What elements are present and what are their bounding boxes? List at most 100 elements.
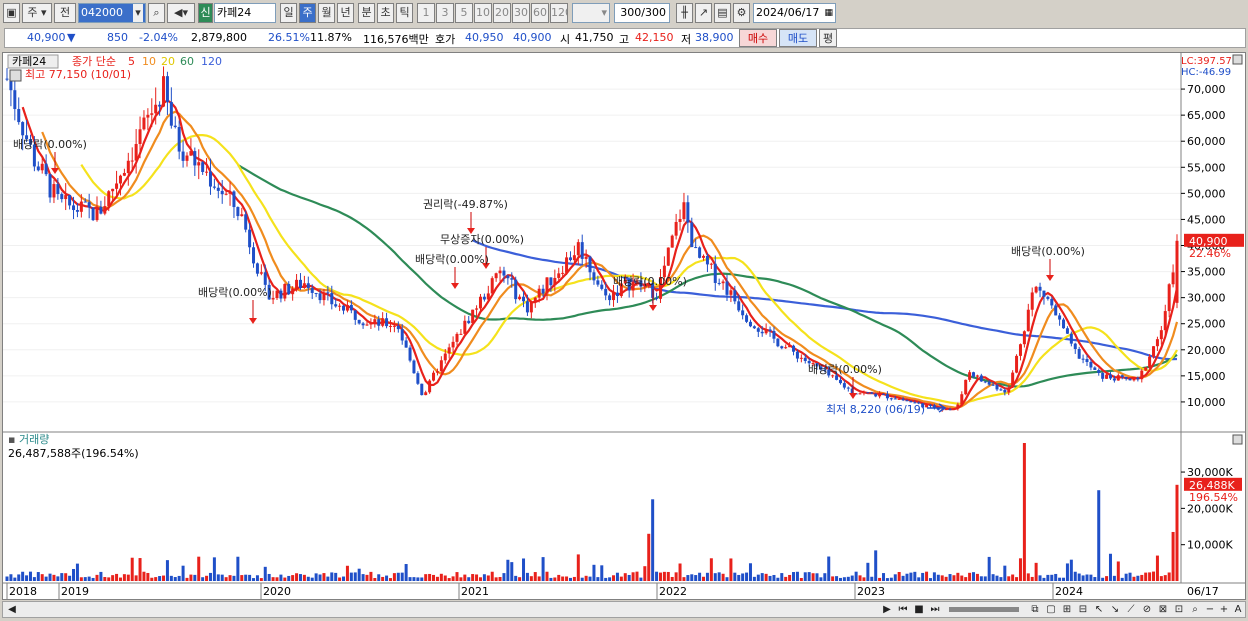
candle-body <box>928 404 932 406</box>
window-icon[interactable]: ▣ <box>3 3 20 23</box>
tab-month[interactable]: 월 <box>318 3 335 23</box>
save-icon[interactable]: ▤ <box>714 3 731 23</box>
volume-bar <box>537 576 541 581</box>
tool-icon[interactable]: ⊠ <box>1156 603 1170 617</box>
tab-second[interactable]: 초 <box>377 3 394 23</box>
candle-body <box>193 151 197 166</box>
tab-day[interactable]: 일 <box>280 3 297 23</box>
close-icon[interactable] <box>1232 54 1243 65</box>
stop-icon[interactable]: ■ <box>912 603 926 617</box>
volume-bar <box>185 577 189 581</box>
search-icon[interactable]: ⌕ <box>148 3 165 23</box>
speaker-icon[interactable]: ◀▾ <box>167 3 195 23</box>
candle-body <box>306 283 310 289</box>
pyeong-button[interactable]: 평 <box>819 29 837 47</box>
scroll-right-icon[interactable]: ▶ <box>880 603 894 617</box>
candle-body <box>756 328 760 332</box>
chevron-down-icon[interactable]: ▾ <box>133 4 143 22</box>
volume-bar <box>1116 561 1120 581</box>
volume-bar <box>752 576 756 581</box>
chart-svg[interactable]: 배당락(0.00%) 배당락(0.00%) 권리락(-49.87%) 무상증자(0.0… <box>3 53 1245 599</box>
interval-30[interactable]: 30 <box>512 3 530 23</box>
draw-line-icon[interactable]: ↗ <box>695 3 712 23</box>
tab-week[interactable]: 주 <box>299 3 316 23</box>
interval-60[interactable]: 60 <box>531 3 549 23</box>
tab-tick[interactable]: 틱 <box>396 3 413 23</box>
candle-body <box>318 293 322 301</box>
close-icon[interactable] <box>1232 434 1243 445</box>
candle-body <box>283 283 287 299</box>
candle-body <box>1116 375 1120 381</box>
date-value: 2024/06/17 <box>756 6 820 19</box>
count-input[interactable]: 300/300 <box>614 3 670 23</box>
volume-bar <box>471 574 475 581</box>
candle-body <box>345 304 349 311</box>
gear-icon[interactable]: ⚙ <box>733 3 750 23</box>
tool-icon[interactable]: ⊞ <box>1060 603 1074 617</box>
zoom-in-icon[interactable]: + <box>1217 603 1231 617</box>
interval-1[interactable]: 1 <box>417 3 435 23</box>
tool-icon[interactable]: ⊡ <box>1172 603 1186 617</box>
tab-minute[interactable]: 분 <box>358 3 375 23</box>
volume-bar <box>565 576 569 581</box>
volume-bar <box>212 557 216 581</box>
candle-body <box>729 290 733 295</box>
tool-icon[interactable]: ⟋ <box>1124 603 1138 617</box>
candle-body <box>189 151 193 156</box>
interval-20[interactable]: 20 <box>493 3 511 23</box>
buy-button[interactable]: 매수 <box>739 29 777 47</box>
volume-bar <box>1093 577 1097 581</box>
tool-icon[interactable]: ⧉ <box>1028 603 1042 617</box>
interval-select[interactable]: ▾ <box>572 3 610 23</box>
lock-icon[interactable] <box>9 69 22 82</box>
tool-icon[interactable]: ⊘ <box>1140 603 1154 617</box>
candle-body <box>545 277 549 294</box>
tab-year[interactable]: 년 <box>337 3 354 23</box>
annotation-label: 배당락(0.00%) <box>613 275 687 288</box>
interval-120[interactable]: 120 <box>550 3 568 23</box>
candle-body <box>228 191 232 194</box>
zoom-out-icon[interactable]: − <box>1203 603 1217 617</box>
volume-bar <box>17 574 21 581</box>
rewind-icon[interactable]: ⏮ <box>896 603 910 617</box>
zoom-icon[interactable]: ⌕ <box>1188 603 1202 617</box>
date-input[interactable]: 2024/06/17 ▦ <box>753 3 836 23</box>
text-size-icon[interactable]: A <box>1231 603 1245 617</box>
chart-area[interactable]: 배당락(0.00%) 배당락(0.00%) 권리락(-49.87%) 무상증자(0.0… <box>2 52 1246 600</box>
sin-badge[interactable]: 신 <box>198 3 213 23</box>
interval-5[interactable]: 5 <box>455 3 473 23</box>
candle-body <box>925 404 929 408</box>
candle-body <box>1073 343 1077 350</box>
bottom-scrollbar[interactable]: ◀ ▶ ⏮ ■ ⏭ ⧉ ▢ ⊞ ⊟ ↖ ↘ ⟋ ⊘ ⊠ ⊡ ⌕ − + A <box>2 601 1246 618</box>
candle-body <box>142 117 146 130</box>
calendar-icon[interactable]: ▦ <box>824 4 833 22</box>
scroll-left-icon[interactable]: ◀ <box>5 603 19 617</box>
tool-icon[interactable]: ⊟ <box>1076 603 1090 617</box>
candle-body <box>1030 292 1034 310</box>
candle-body <box>686 202 690 223</box>
legend-ma60: 60 <box>180 55 194 68</box>
volume-bar <box>655 571 659 581</box>
volume-bar <box>388 578 392 581</box>
volume-bar <box>208 572 212 581</box>
tool-icon[interactable]: ↘ <box>1108 603 1122 617</box>
sell-button[interactable]: 매도 <box>779 29 817 47</box>
volume-bar <box>318 574 322 581</box>
candle-body <box>1065 328 1069 334</box>
interval-3[interactable]: 3 <box>436 3 454 23</box>
candle-body <box>874 393 878 397</box>
volume-bar <box>361 574 365 581</box>
period-select[interactable]: 주 ▾ <box>22 3 52 23</box>
stock-name-input[interactable]: 카페24 <box>214 3 276 23</box>
volume-bar <box>463 574 467 581</box>
tool-icon[interactable]: ↖ <box>1092 603 1106 617</box>
volume-bar <box>510 562 514 581</box>
zoom-slider[interactable] <box>949 607 1019 612</box>
tool-icon[interactable]: ▢ <box>1044 603 1058 617</box>
interval-10[interactable]: 10 <box>474 3 492 23</box>
jeon-button[interactable]: 전 <box>54 3 76 23</box>
candle-type-icon[interactable]: ╫ <box>676 3 693 23</box>
candle-body <box>373 319 377 323</box>
forward-icon[interactable]: ⏭ <box>928 603 942 617</box>
code-input[interactable]: 042000 ▾ <box>78 3 146 23</box>
